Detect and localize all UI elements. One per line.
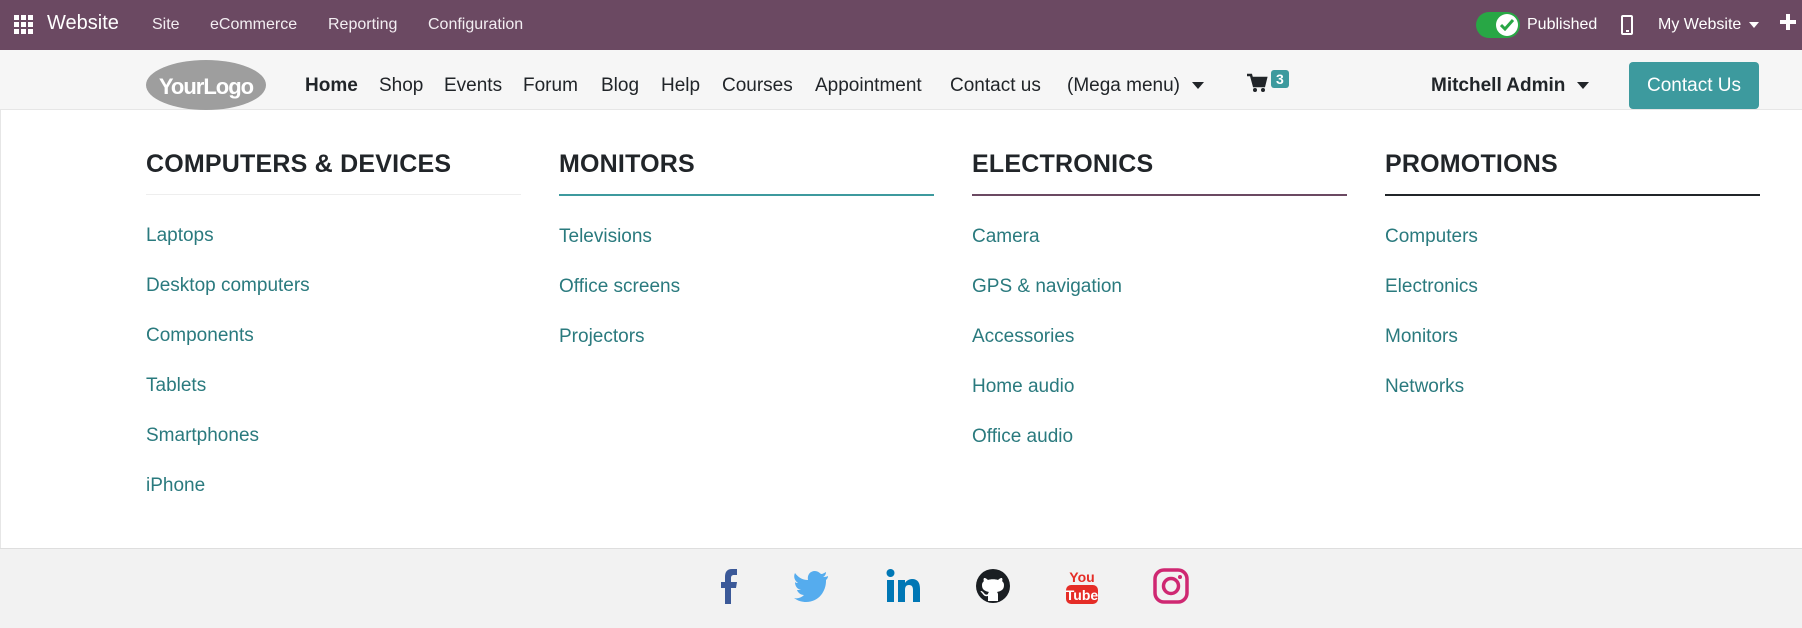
menu-link[interactable]: Smartphones (146, 425, 521, 475)
menu-site[interactable]: Site (152, 16, 180, 34)
user-menu[interactable]: Mitchell Admin (1431, 75, 1590, 97)
published-label: Published (1527, 16, 1598, 33)
menu-link[interactable]: Televisions (559, 226, 934, 276)
menu-link[interactable]: Computers (1385, 226, 1760, 276)
menu-link[interactable]: Tablets (146, 375, 521, 425)
menu-link[interactable]: Accessories (972, 326, 1347, 376)
menu-link[interactable]: Camera (972, 226, 1347, 276)
nav-forum[interactable]: Forum (523, 75, 578, 97)
website-selector-label: My Website (1658, 16, 1742, 33)
menu-link[interactable]: Networks (1385, 376, 1760, 426)
menu-link[interactable]: Office screens (559, 276, 934, 326)
mobile-preview-icon[interactable] (1621, 15, 1633, 35)
column-heading: COMPUTERS & DEVICES (146, 150, 452, 178)
menu-link[interactable]: Desktop computers (146, 275, 521, 325)
svg-text:You: You (1069, 569, 1094, 585)
column-divider (559, 194, 934, 196)
logo-text: YourLogo (158, 74, 254, 99)
instagram-icon[interactable] (1152, 566, 1190, 606)
mega-column-electronics: ELECTRONICS Camera GPS & navigation Acce… (972, 150, 1347, 476)
nav-blog[interactable]: Blog (601, 75, 639, 97)
nav-shop[interactable]: Shop (379, 75, 423, 97)
apps-grid-icon[interactable] (14, 15, 34, 35)
contact-us-button[interactable]: Contact Us (1629, 62, 1759, 109)
nav-courses[interactable]: Courses (722, 75, 793, 97)
nav-contact-us[interactable]: Contact us (950, 75, 1041, 97)
youtube-icon[interactable]: You Tube (1063, 566, 1101, 606)
column-divider (972, 194, 1347, 196)
github-icon[interactable] (974, 566, 1012, 606)
menu-link[interactable]: iPhone (146, 475, 521, 525)
menu-link[interactable]: Electronics (1385, 276, 1760, 326)
cart-icon[interactable] (1246, 72, 1268, 94)
nav-appointment[interactable]: Appointment (815, 75, 922, 97)
check-icon (1496, 14, 1518, 36)
chevron-down-icon (1749, 21, 1760, 28)
published-toggle[interactable] (1476, 12, 1520, 38)
app-title: Website (47, 12, 119, 34)
mega-menu-panel: COMPUTERS & DEVICES Laptops Desktop comp… (0, 110, 1802, 548)
menu-link[interactable]: Office audio (972, 426, 1347, 476)
chevron-down-icon (1577, 82, 1590, 90)
menu-ecommerce[interactable]: eCommerce (210, 16, 297, 34)
admin-topbar: Website Site eCommerce Reporting Configu… (0, 0, 1802, 50)
chevron-down-icon (1192, 82, 1204, 90)
nav-events[interactable]: Events (444, 75, 502, 97)
user-name: Mitchell Admin (1431, 75, 1566, 96)
menu-link[interactable]: Monitors (1385, 326, 1760, 376)
twitter-icon[interactable] (793, 566, 831, 606)
column-divider (1385, 194, 1760, 196)
mega-menu-label: (Mega menu) (1067, 75, 1180, 96)
nav-help[interactable]: Help (661, 75, 700, 97)
mega-column-computers: COMPUTERS & DEVICES Laptops Desktop comp… (146, 150, 521, 525)
menu-link[interactable]: GPS & navigation (972, 276, 1347, 326)
column-heading: ELECTRONICS (972, 150, 1154, 178)
svg-text:Tube: Tube (1066, 587, 1099, 603)
menu-link[interactable]: Home audio (972, 376, 1347, 426)
linkedin-icon[interactable] (885, 566, 923, 606)
mega-column-monitors: MONITORS Televisions Office screens Proj… (559, 150, 934, 376)
mega-column-promotions: PROMOTIONS Computers Electronics Monitor… (1385, 150, 1760, 426)
menu-configuration[interactable]: Configuration (428, 16, 523, 34)
menu-link[interactable]: Laptops (146, 225, 521, 275)
column-divider (146, 194, 521, 195)
website-selector[interactable]: My Website (1658, 16, 1760, 34)
cart-count-badge: 3 (1271, 70, 1289, 88)
column-heading: MONITORS (559, 150, 695, 178)
menu-reporting[interactable]: Reporting (328, 16, 397, 34)
menu-link[interactable]: Components (146, 325, 521, 375)
plus-icon[interactable] (1780, 14, 1796, 30)
column-heading: PROMOTIONS (1385, 150, 1558, 178)
nav-home[interactable]: Home (305, 75, 358, 97)
facebook-icon[interactable] (710, 566, 748, 606)
site-logo[interactable]: YourLogo (146, 60, 266, 110)
nav-mega-menu[interactable]: (Mega menu) (1067, 75, 1204, 97)
menu-link[interactable]: Projectors (559, 326, 934, 376)
